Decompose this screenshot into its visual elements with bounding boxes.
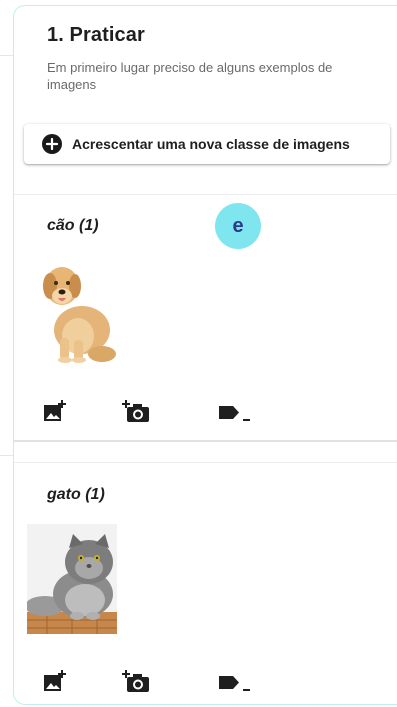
camera-add-icon[interactable] xyxy=(121,669,151,693)
class-label: cão (1) xyxy=(47,217,99,234)
background-divider xyxy=(0,455,14,456)
add-class-button-label: Acrescentar uma nova classe de imagens xyxy=(72,136,350,152)
background-divider xyxy=(0,55,14,56)
camera-add-icon[interactable] xyxy=(121,399,151,423)
label-remove-icon[interactable] xyxy=(218,404,252,422)
plus-circle-icon xyxy=(42,134,62,154)
cat-image-thumbnail[interactable] xyxy=(27,524,117,634)
dog-image-thumbnail[interactable] xyxy=(38,256,118,364)
page-subtitle: Em primeiro lugar preciso de alguns exem… xyxy=(47,60,333,92)
section-divider xyxy=(14,194,397,195)
add-image-icon[interactable] xyxy=(43,670,67,692)
class-divider xyxy=(14,440,397,442)
practice-panel: 1. Praticar Em primeiro lugar preciso de… xyxy=(13,5,397,705)
class-label: gato (1) xyxy=(47,486,105,503)
label-remove-icon[interactable] xyxy=(218,674,252,692)
add-class-button[interactable]: Acrescentar uma nova classe de imagens xyxy=(24,124,390,164)
page-title: 1. Praticar xyxy=(47,24,145,46)
user-avatar[interactable]: e xyxy=(215,203,261,249)
class-divider xyxy=(14,462,397,463)
add-image-icon[interactable] xyxy=(43,400,67,422)
